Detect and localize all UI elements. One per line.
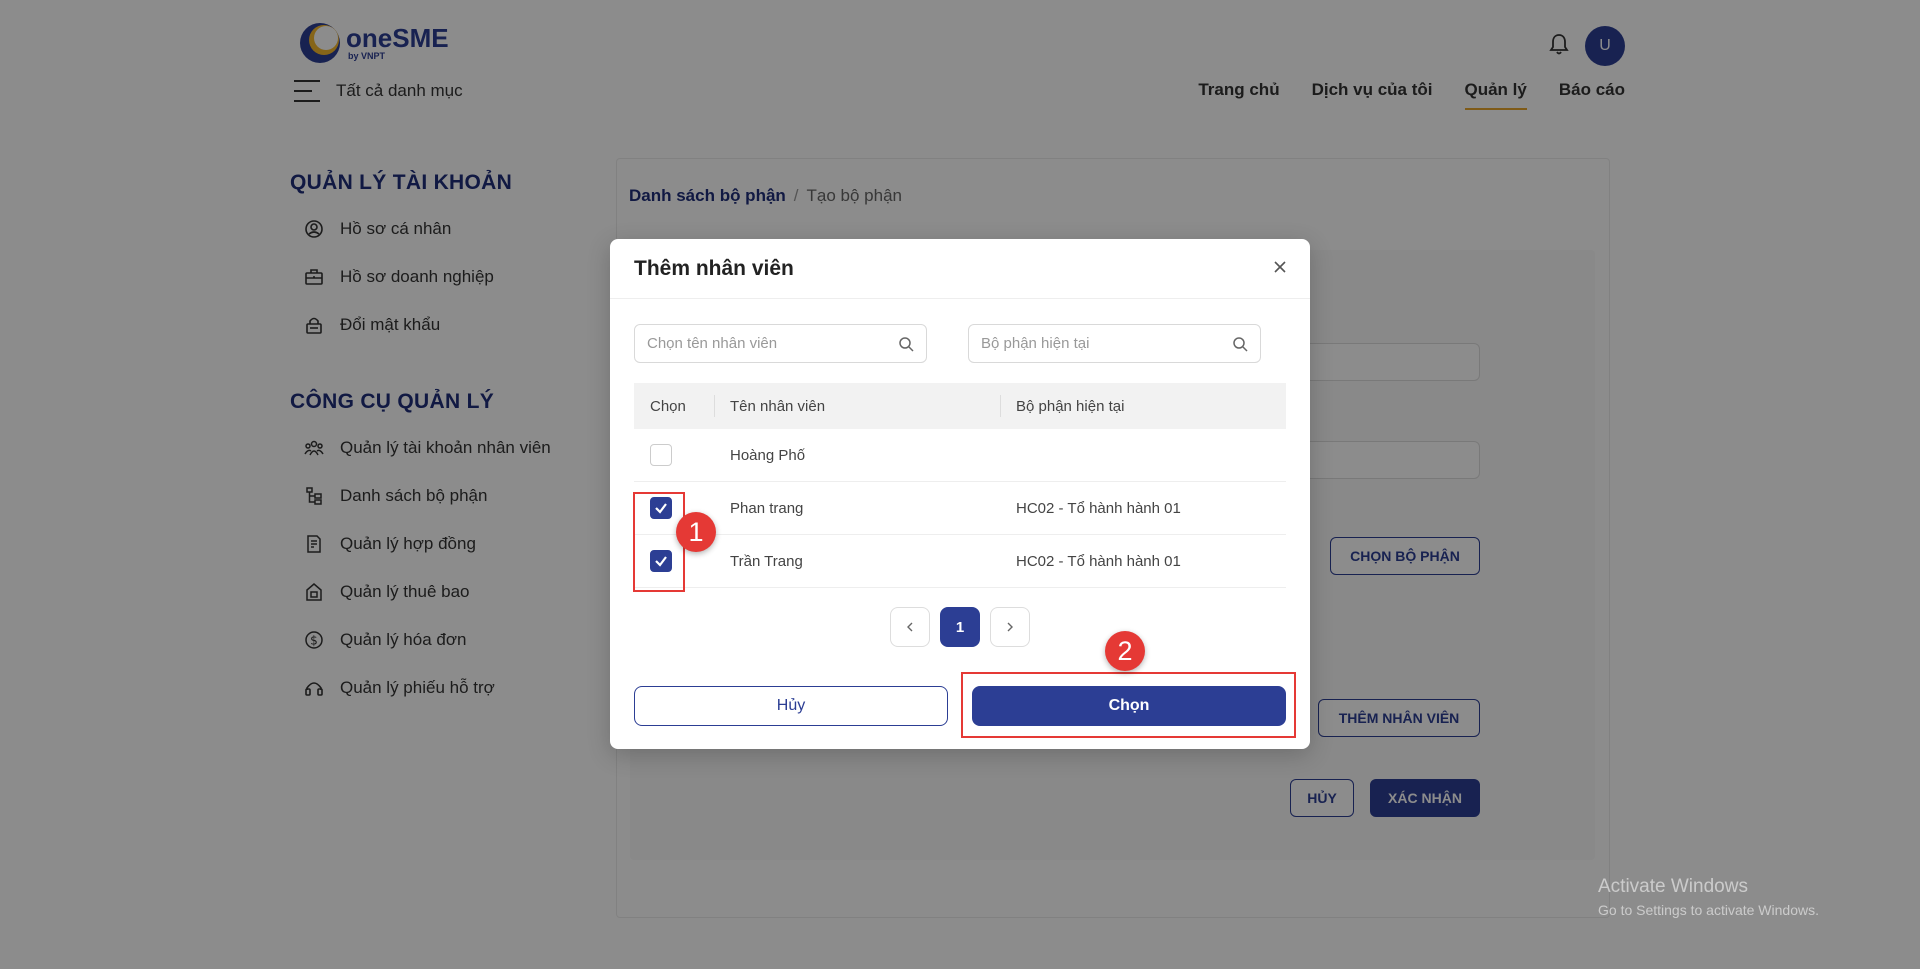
employee-name-cell: Phan trang	[730, 499, 804, 517]
employee-name-cell: Hoàng Phố	[730, 446, 806, 464]
employee-table: Chọn Tên nhân viên Bộ phận hiện tại Hoàn…	[634, 383, 1286, 588]
close-icon[interactable]	[1268, 255, 1292, 279]
chevron-left-icon	[907, 622, 913, 632]
search-icon[interactable]	[898, 336, 914, 352]
current-department-search[interactable]	[968, 324, 1261, 363]
windows-activation-watermark: Activate Windows Go to Settings to activ…	[1598, 876, 1819, 918]
column-header-employee-name: Tên nhân viên	[730, 397, 826, 415]
annotation-highlight-checkboxes	[633, 492, 685, 592]
modal-cancel-button[interactable]: Hủy	[634, 686, 948, 726]
current-department-search-input[interactable]	[981, 335, 1232, 352]
employee-name-search-input[interactable]	[647, 335, 898, 352]
search-icon[interactable]	[1232, 336, 1248, 352]
department-cell: HC02 - Tổ hành hành 01	[1016, 552, 1181, 570]
watermark-title: Activate Windows	[1598, 876, 1748, 897]
pagination: 1	[610, 607, 1310, 647]
table-row[interactable]: Hoàng Phố	[634, 429, 1286, 482]
chevron-right-icon	[1007, 622, 1013, 632]
annotation-badge-2: 2	[1105, 631, 1145, 671]
pagination-prev-button[interactable]	[890, 607, 930, 647]
annotation-highlight-select-button	[961, 672, 1296, 738]
department-cell: HC02 - Tổ hành hành 01	[1016, 499, 1181, 517]
annotation-badge-1: 1	[676, 512, 716, 552]
pagination-next-button[interactable]	[990, 607, 1030, 647]
column-divider	[714, 395, 715, 417]
modal-header: Thêm nhân viên	[610, 239, 1310, 299]
table-header: Chọn Tên nhân viên Bộ phận hiện tại	[634, 383, 1286, 429]
row-checkbox[interactable]	[650, 444, 672, 466]
employee-name-cell: Trần Trang	[730, 552, 803, 570]
table-row[interactable]: Phan trang HC02 - Tổ hành hành 01	[634, 482, 1286, 535]
employee-name-search[interactable]	[634, 324, 927, 363]
pagination-page-1[interactable]: 1	[940, 607, 980, 647]
watermark-subtitle: Go to Settings to activate Windows.	[1598, 902, 1819, 918]
column-divider	[1000, 395, 1001, 417]
modal-title: Thêm nhân viên	[634, 256, 794, 280]
table-row[interactable]: Trần Trang HC02 - Tổ hành hành 01	[634, 535, 1286, 588]
column-header-select: Chọn	[650, 397, 686, 415]
column-header-current-department: Bộ phận hiện tại	[1016, 397, 1125, 415]
